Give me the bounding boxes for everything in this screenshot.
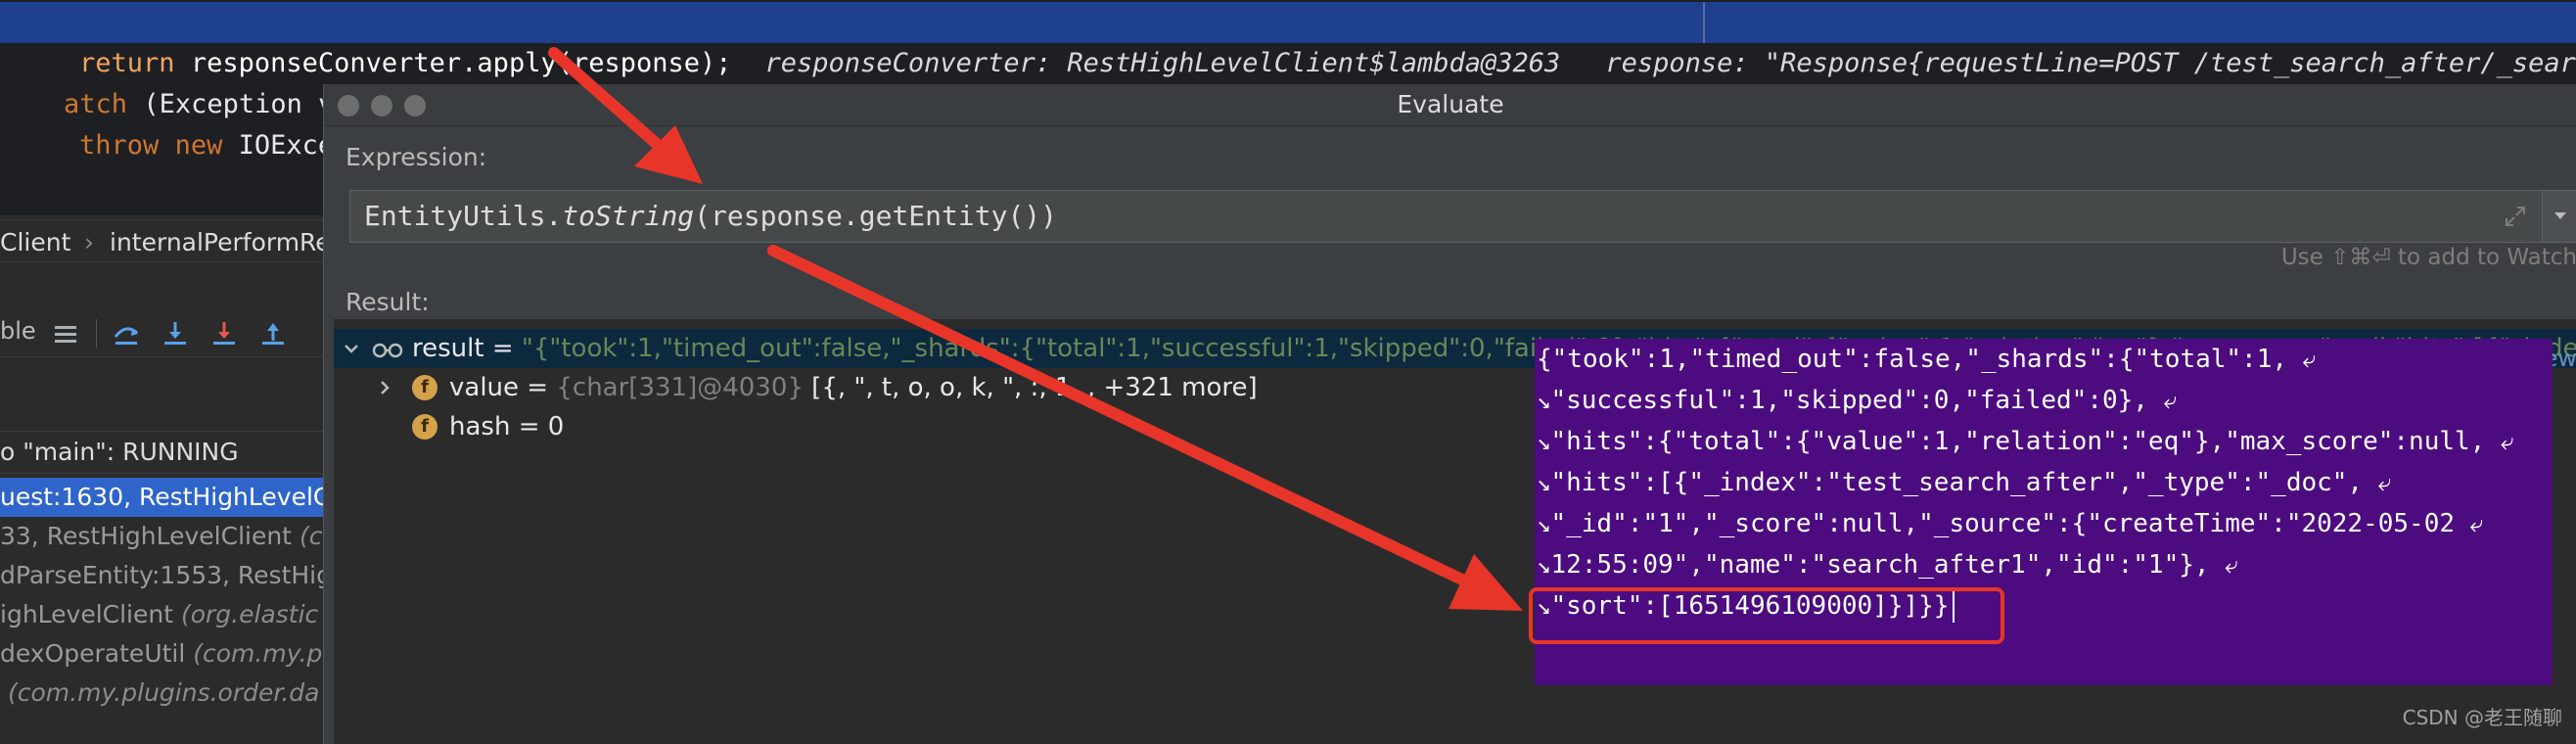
soft-wrap-icon: ⤶ xyxy=(2225,551,2238,579)
history-dropdown-button[interactable] xyxy=(2542,191,2576,242)
popup-line: ↘"successful":1,"skipped":0,"failed":0},… xyxy=(1537,380,2177,421)
popup-line: {"took":1,"timed_out":false,"_shards":{"… xyxy=(1537,339,2316,380)
popup-line-text: {"took":1,"timed_out":false,"_shards":{"… xyxy=(1537,345,2288,374)
popup-line: ↘"hits":[{"_index":"test_search_after","… xyxy=(1537,462,2391,503)
equals-sign: = xyxy=(483,334,522,363)
chevron-right-icon[interactable] xyxy=(375,378,394,397)
variable-name: hash xyxy=(449,412,511,442)
variable-preview: [{, ", t, o, o, k, ", :, 1, , xyxy=(803,373,1096,402)
soft-wrap-icon: ⤶ xyxy=(2469,510,2484,537)
frame-row[interactable]: 33, RestHighLevelClient (c xyxy=(0,517,323,556)
step-out-icon[interactable] xyxy=(258,319,288,349)
soft-wrap-icon: ⤶ xyxy=(2500,428,2514,455)
soft-wrap-icon: ↘ xyxy=(1537,551,1551,579)
frame-name: dexOperateUtil xyxy=(0,639,186,668)
frame-row-selected[interactable]: uest:1630, RestHighLevelC xyxy=(0,478,323,517)
menu-icon[interactable] xyxy=(51,319,80,349)
popup-line: ↘12:55:09","name":"search_after1","id":"… xyxy=(1537,544,2238,585)
frame-name: dParseEntity:1553, RestHig xyxy=(0,561,323,589)
keyword-throw: throw xyxy=(79,130,160,161)
equals-sign: = xyxy=(510,412,548,442)
expression-method: toString xyxy=(562,200,695,232)
debugger-panel: ble o "main": RUNNING uest:1630, RestHig… xyxy=(0,262,323,744)
expand-icon[interactable] xyxy=(2504,205,2527,228)
expression-label: Expression: xyxy=(345,143,487,171)
soft-wrap-icon: ↘ xyxy=(1537,428,1551,455)
thread-label: o "main": RUNNING xyxy=(0,438,239,466)
popup-line-text: "hits":{"total":{"value":1,"relation":"e… xyxy=(1550,427,2486,456)
popup-line-text: "hits":[{"_index":"test_search_after","_… xyxy=(1550,468,2364,497)
popup-line-text: "_id":"1","_score":null,"_source":{"crea… xyxy=(1550,509,2455,538)
watermark: CSDN @老王随聊 xyxy=(2402,706,2562,729)
popup-line-text: "successful":1,"skipped":0,"failed":0}, xyxy=(1550,386,2148,415)
breadcrumb-item-method[interactable]: internalPerformRe xyxy=(110,228,331,256)
result-label: Result: xyxy=(345,288,430,316)
soft-wrap-icon: ↘ xyxy=(1537,510,1551,537)
frame-location: (com.my.p xyxy=(193,639,323,668)
inline-hint-response: response: "Response{requestLine=POST /te… xyxy=(1605,48,2576,78)
field-icon: f xyxy=(412,414,437,440)
popup-line: ↘"_id":"1","_score":null,"_source":{"cre… xyxy=(1537,503,2483,544)
frame-row[interactable]: (com.my.plugins.order.da xyxy=(0,674,323,713)
thread-selector[interactable]: o "main": RUNNING xyxy=(0,431,323,474)
keyword-new: new xyxy=(174,130,223,161)
breadcrumb: Client › internalPerformRe xyxy=(0,219,331,262)
variable-value: 0 xyxy=(547,412,565,442)
frame-row[interactable]: ighLevelClient (org.elastic xyxy=(0,595,323,634)
frame-name: ighLevelClient xyxy=(0,600,174,628)
frame-row[interactable]: dexOperateUtil (com.my.p xyxy=(0,634,323,674)
toolbar-divider xyxy=(96,319,97,349)
chevron-down-icon xyxy=(2554,212,2566,219)
frame-name: 33, RestHighLevelClient xyxy=(0,522,292,550)
soft-wrap-icon: ↘ xyxy=(1537,469,1551,496)
popup-line-text: 12:55:09","name":"search_after1","id":"1… xyxy=(1550,550,2210,580)
dialog-titlebar[interactable]: Evaluate xyxy=(324,84,2576,126)
watch-glasses-icon xyxy=(372,343,403,358)
field-icon: f xyxy=(412,375,437,400)
chevron-down-icon[interactable] xyxy=(342,339,361,358)
more-count: +321 more] xyxy=(1095,373,1258,402)
frame-location: (org.elastic xyxy=(180,600,319,628)
soft-wrap-icon: ⤶ xyxy=(2377,469,2392,496)
force-step-into-icon[interactable] xyxy=(209,319,239,349)
watch-hint: Use ⇧⌘⏎ to add to Watch xyxy=(2280,245,2576,270)
debugger-toolbar: ble xyxy=(0,311,323,357)
soft-wrap-icon: ↘ xyxy=(1537,387,1551,414)
variable-type: {char[331]@4030} xyxy=(556,373,804,402)
variable-name: result xyxy=(412,334,484,363)
step-into-icon[interactable] xyxy=(161,319,190,349)
dialog-title: Evaluate xyxy=(1397,90,1504,118)
soft-wrap-icon: ⤶ xyxy=(2163,387,2178,414)
equals-sign: = xyxy=(519,373,557,402)
soft-wrap-icon: ⤶ xyxy=(2302,346,2317,373)
expression-input[interactable]: EntityUtils.toString(response.getEntity(… xyxy=(349,190,2576,243)
breadcrumb-item-class[interactable]: Client xyxy=(0,228,70,256)
toolbar-label: ble xyxy=(0,317,36,345)
expression-args: (response.getEntity()) xyxy=(694,200,1058,232)
frame-location: (com.my.plugins.order.da xyxy=(8,678,320,707)
frame-name: uest:1630, RestHighLevelC xyxy=(0,483,323,511)
divider xyxy=(1703,2,1705,43)
chevron-right-icon: › xyxy=(84,228,94,256)
variable-name: value xyxy=(449,373,520,402)
code-line-current[interactable]: return responseConverter.apply(response)… xyxy=(0,2,2576,78)
annotation-highlight-box xyxy=(1529,587,2004,644)
expression-class: EntityUtils. xyxy=(364,200,563,232)
popup-line: ↘"hits":{"total":{"value":1,"relation":"… xyxy=(1537,421,2513,462)
frame-location: (c xyxy=(299,522,323,550)
frame-row[interactable]: dParseEntity:1553, RestHig xyxy=(0,556,323,595)
inline-hint-converter: responseConverter: RestHighLevelClient$l… xyxy=(764,48,1561,78)
code-line[interactable]: atch (Exception var11) { xyxy=(0,43,445,119)
step-over-icon[interactable] xyxy=(112,319,141,349)
